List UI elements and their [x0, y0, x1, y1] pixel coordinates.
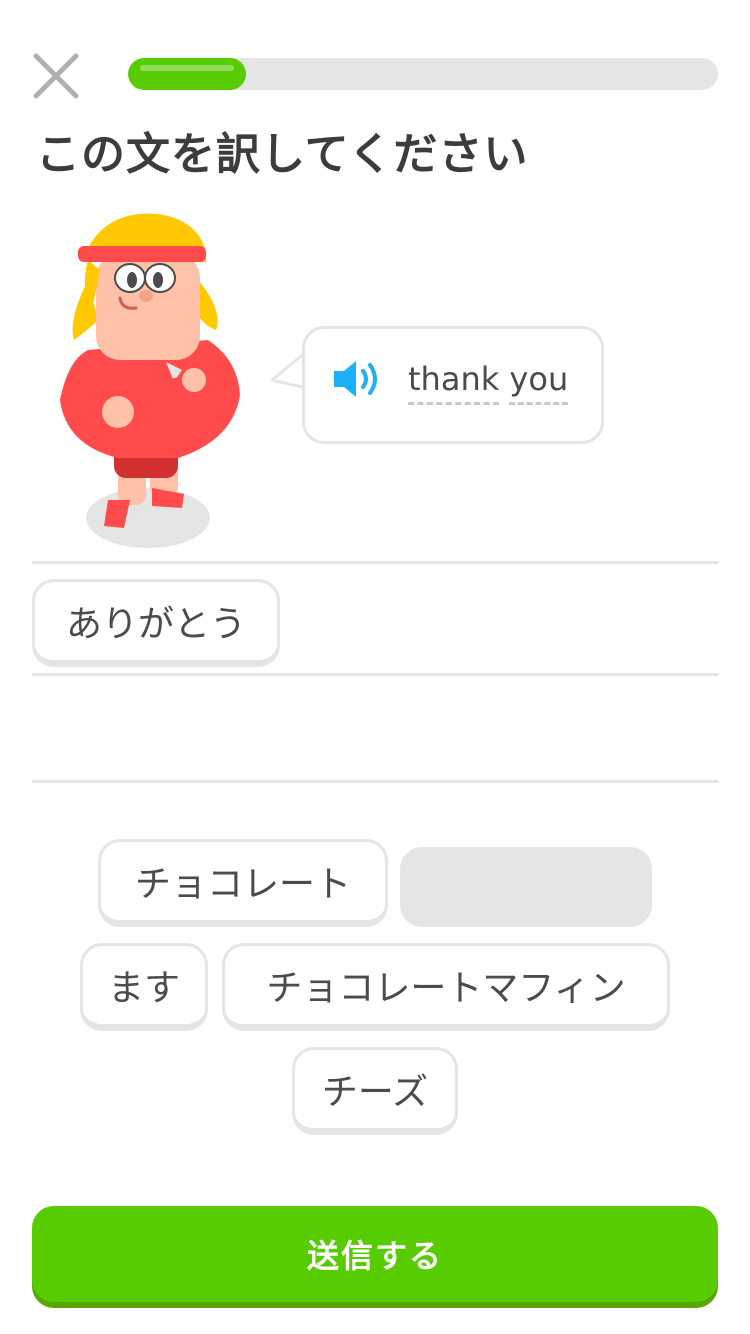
speaker-button[interactable]	[330, 357, 382, 401]
word-bank-tile[interactable]: チーズ	[292, 1047, 458, 1135]
word-bank-tile[interactable]: チョコレート	[98, 839, 388, 927]
close-icon	[33, 53, 79, 99]
word-bank-tile-label: ます	[107, 968, 180, 1009]
page-title: この文を訳してください	[36, 129, 529, 180]
word-bank-tile[interactable]: チョコレートマフィン	[222, 943, 670, 1031]
word-bank-tile[interactable]: ます	[80, 943, 208, 1031]
submit-button[interactable]: 送信する	[32, 1206, 718, 1302]
prompt-word[interactable]: thank	[408, 360, 500, 405]
prompt-phrase: thank you	[408, 360, 569, 405]
close-button[interactable]	[28, 48, 84, 104]
answer-line-bottom	[32, 780, 718, 783]
prompt-word[interactable]: you	[509, 360, 569, 405]
word-bank-tile-label: チーズ	[321, 1072, 429, 1113]
progress-shine	[140, 65, 234, 71]
speaker-icon	[334, 361, 377, 397]
word-bank-empty-slot	[400, 847, 652, 927]
lesson-progress-bar	[128, 58, 718, 90]
answer-tile[interactable]: ありがとう	[32, 579, 280, 667]
answer-tile-label: ありがとう	[65, 604, 246, 645]
answer-line-middle	[32, 673, 718, 676]
character-illustration	[60, 213, 240, 548]
word-bank-tile-label: チョコレート	[134, 864, 351, 905]
word-bank-tile-label: チョコレートマフィン	[266, 968, 626, 1009]
answer-line-top	[32, 561, 718, 564]
progress-fill	[128, 58, 246, 90]
